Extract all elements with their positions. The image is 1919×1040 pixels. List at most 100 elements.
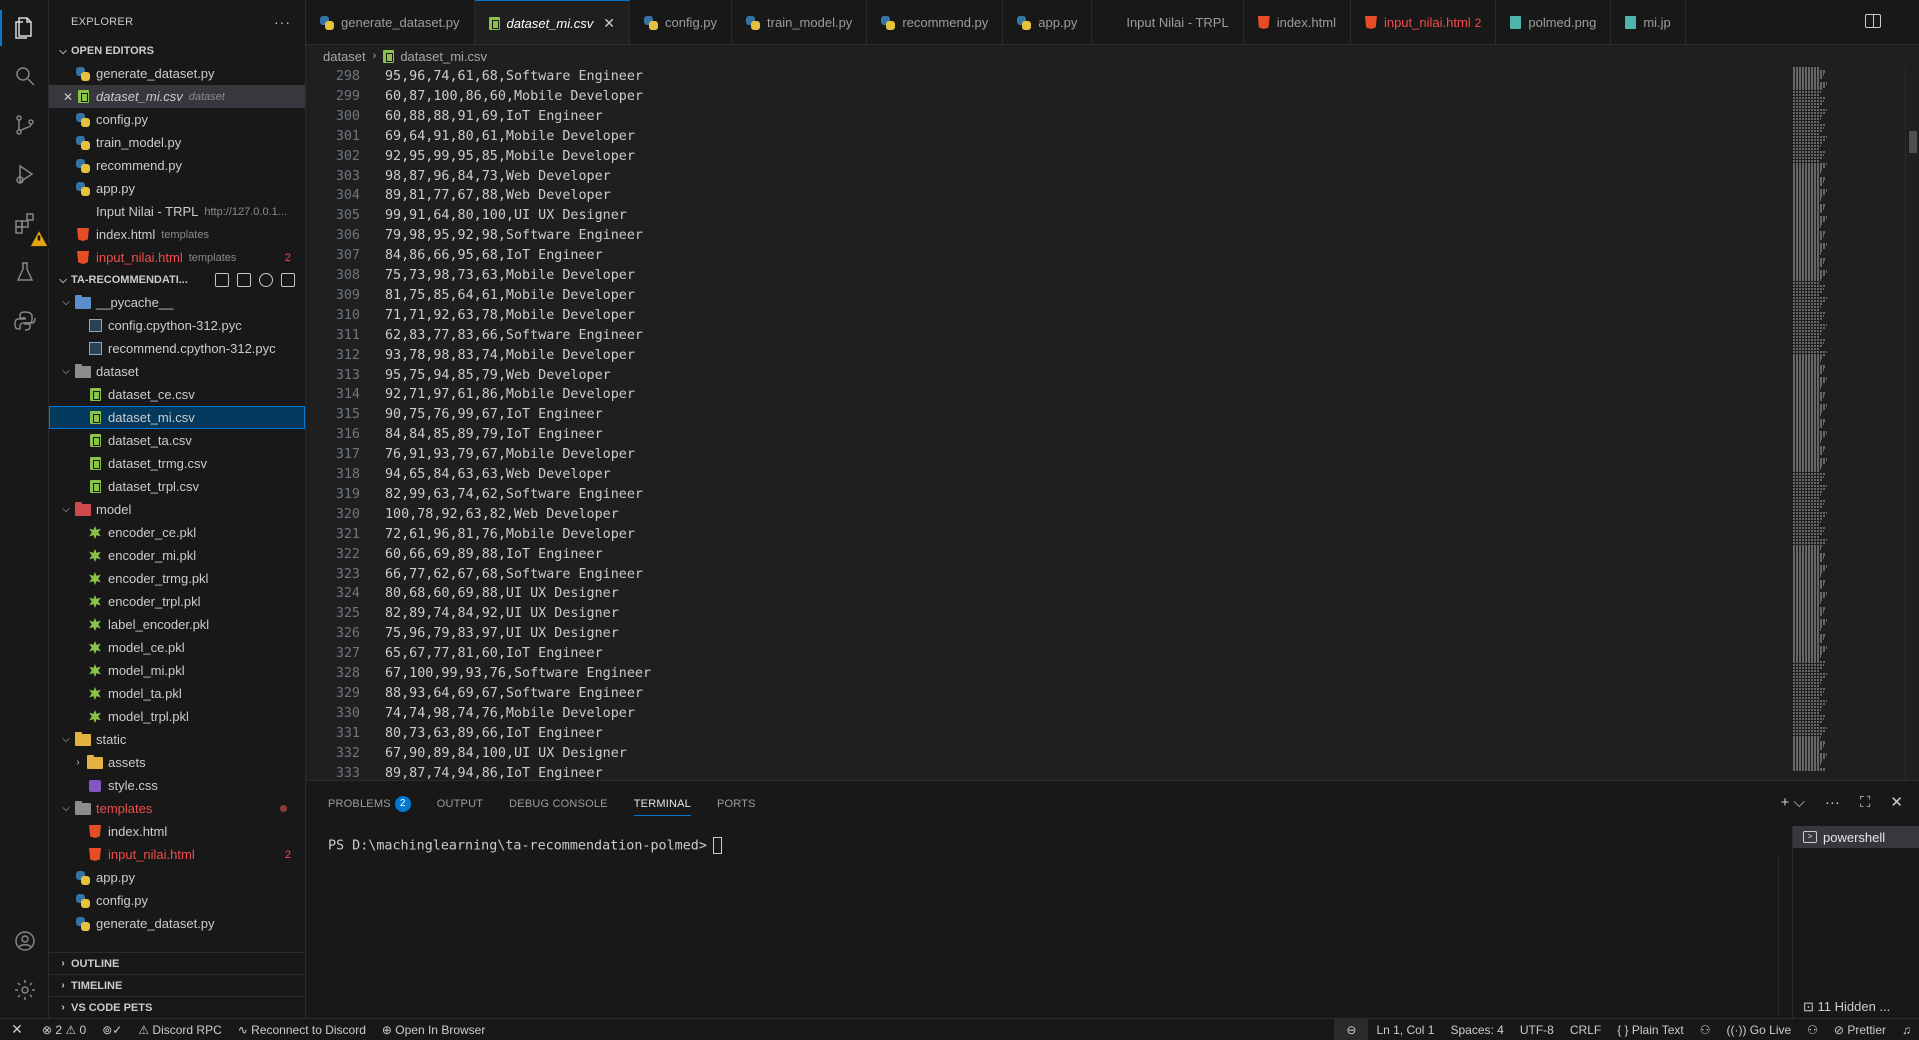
open-editor-item[interactable]: recommend.py [49, 154, 305, 177]
editor-tab[interactable]: app.py [1003, 0, 1093, 44]
tree-folder[interactable]: ⌵ templates [49, 797, 305, 820]
eol-status[interactable]: CRLF [1562, 1019, 1609, 1040]
tree-file[interactable]: dataset_ce.csv [49, 383, 305, 406]
reconnect-discord-status[interactable]: ∿ Reconnect to Discord [230, 1019, 374, 1040]
minimap[interactable] [1793, 67, 1881, 780]
code-editor[interactable]: 298 95,96,74,61,68,Software Engineer 299 60… [306, 67, 1919, 780]
tree-file[interactable]: config.cpython-312.pyc [49, 314, 305, 337]
tree-file[interactable]: label_encoder.pkl [49, 613, 305, 636]
copilot-icon[interactable]: ⚇ [1692, 1019, 1719, 1040]
panel-tab-terminal[interactable]: TERMINAL [633, 781, 692, 826]
hidden-terminals[interactable]: ⊡ 11 Hidden ... [1803, 999, 1890, 1015]
panel-tab-ports[interactable]: PORTS [717, 781, 756, 826]
tree-folder[interactable]: ⌵ __pycache__ [49, 291, 305, 314]
python-extension-icon[interactable] [0, 297, 49, 345]
maximize-panel-icon[interactable]: ⛶ [1860, 794, 1871, 811]
editor-tab[interactable]: generate_dataset.py [306, 0, 475, 44]
new-folder-icon[interactable] [237, 273, 251, 287]
editor-scrollbar[interactable] [1905, 67, 1919, 780]
open-in-browser-status[interactable]: ⊕ Open In Browser [374, 1019, 493, 1040]
tree-file[interactable]: model_ta.pkl [49, 682, 305, 705]
project-header[interactable]: ⌵ TA-RECOMMENDATI... [49, 269, 305, 291]
open-editor-item[interactable]: index.html templates [49, 223, 305, 246]
open-editor-item[interactable]: config.py [49, 108, 305, 131]
tree-folder[interactable]: ⌵ static [49, 728, 305, 751]
tree-file[interactable]: model_ce.pkl [49, 636, 305, 659]
tree-file[interactable]: input_nilai.html 2 [49, 843, 305, 866]
tree-file[interactable]: model_trpl.pkl [49, 705, 305, 728]
tree-file[interactable]: dataset_ta.csv [49, 429, 305, 452]
vscode-pets-header[interactable]: › VS CODE PETS [49, 996, 305, 1018]
go-live-status[interactable]: ((·)) Go Live [1718, 1019, 1799, 1040]
discord-rpc-status[interactable]: ⚠ Discord RPC [130, 1019, 229, 1040]
more-actions-icon[interactable]: ··· [274, 14, 291, 30]
open-editor-item[interactable]: generate_dataset.py [49, 62, 305, 85]
panel-tab-debug-console[interactable]: DEBUG CONSOLE [509, 781, 608, 826]
tree-folder[interactable]: ⌵ dataset [49, 360, 305, 383]
new-terminal-icon[interactable]: + ⌵ [1781, 794, 1805, 811]
remote-icon[interactable]: ✕ [0, 1019, 34, 1040]
tree-file[interactable]: recommend.cpython-312.pyc [49, 337, 305, 360]
testing-icon[interactable] [0, 248, 49, 296]
timeline-header[interactable]: › TIMELINE [49, 974, 305, 996]
open-editor-item[interactable]: app.py [49, 177, 305, 200]
editor-tab[interactable]: input_nilai.html 2 [1351, 0, 1497, 44]
close-panel-icon[interactable]: ✕ [1890, 793, 1903, 811]
outline-header[interactable]: › OUTLINE [49, 952, 305, 974]
tree-folder[interactable]: ⌵ model [49, 498, 305, 521]
shield-check-icon[interactable]: ⊚✓ [94, 1019, 130, 1040]
tree-file[interactable]: generate_dataset.py [49, 912, 305, 935]
extensions-icon[interactable] [0, 199, 51, 249]
terminal-output[interactable]: PS D:\machinglearning\ta-recommendation-… [328, 837, 722, 854]
close-icon[interactable]: ✕ [603, 15, 615, 32]
panel-tab-problems[interactable]: PROBLEMS 2 [328, 781, 411, 826]
tree-folder[interactable]: › assets [49, 751, 305, 774]
run-debug-icon[interactable] [0, 150, 49, 198]
prettier-status[interactable]: ⊘ Prettier [1826, 1019, 1894, 1040]
tree-file[interactable]: model_mi.pkl [49, 659, 305, 682]
editor-tab[interactable]: dataset_mi.csv ✕ [474, 0, 630, 44]
open-editor-item[interactable]: train_model.py [49, 131, 305, 154]
open-editor-item[interactable]: input_nilai.html templates 2 [49, 246, 305, 269]
terminal-scrollbar[interactable] [1778, 856, 1790, 1016]
tree-file[interactable]: encoder_trpl.pkl [49, 590, 305, 613]
collapse-all-icon[interactable] [281, 273, 295, 287]
close-icon[interactable]: ✕ [63, 90, 73, 104]
open-editor-item[interactable]: Input Nilai - TRPL http://127.0.0.1... [49, 200, 305, 223]
more-actions-icon[interactable]: ··· [1825, 794, 1840, 811]
tree-file[interactable]: encoder_mi.pkl [49, 544, 305, 567]
editor-tab[interactable]: mi.jp [1611, 0, 1686, 44]
encoding-status[interactable]: UTF-8 [1512, 1019, 1562, 1040]
scrollbar-thumb[interactable] [1909, 131, 1917, 153]
tree-file[interactable]: config.py [49, 889, 305, 912]
cursor-position-status[interactable]: Ln 1, Col 1 [1368, 1019, 1442, 1040]
tree-file[interactable]: dataset_trpl.csv [49, 475, 305, 498]
editor-tab[interactable]: index.html [1244, 0, 1351, 44]
editor-tab[interactable]: config.py [630, 0, 733, 44]
tree-file[interactable]: encoder_ce.pkl [49, 521, 305, 544]
problems-status[interactable]: ⊗ 2 ⚠ 0 [34, 1019, 94, 1040]
split-editor-icon[interactable] [1865, 14, 1881, 28]
tree-file[interactable]: dataset_mi.csv [49, 406, 305, 429]
refresh-icon[interactable] [259, 273, 273, 287]
tree-file[interactable]: app.py [49, 866, 305, 889]
tree-file[interactable]: encoder_trmg.pkl [49, 567, 305, 590]
accounts-icon[interactable]: ⚇ [1799, 1019, 1826, 1040]
indentation-status[interactable]: Spaces: 4 [1442, 1019, 1511, 1040]
panel-tab-output[interactable]: OUTPUT [437, 781, 483, 826]
tree-file[interactable]: index.html [49, 820, 305, 843]
new-file-icon[interactable] [215, 273, 229, 287]
notifications-bell-icon[interactable]: ♫ [1894, 1019, 1919, 1040]
settings-gear-icon[interactable] [0, 966, 49, 1014]
source-control-icon[interactable] [0, 101, 49, 149]
breadcrumb-folder[interactable]: dataset [323, 49, 366, 64]
tree-file[interactable]: dataset_trmg.csv [49, 452, 305, 475]
breadcrumb-file[interactable]: dataset_mi.csv [400, 49, 487, 64]
editor-tab[interactable]: train_model.py [732, 0, 868, 44]
terminal-item-powershell[interactable]: > powershell [1793, 826, 1919, 848]
language-mode-status[interactable]: { } Plain Text [1609, 1019, 1692, 1040]
open-editor-item[interactable]: ✕ dataset_mi.csv dataset [49, 85, 305, 108]
editor-tab[interactable]: Input Nilai - TRPL [1092, 0, 1244, 44]
open-editors-header[interactable]: ⌵ OPEN EDITORS [49, 40, 305, 62]
zoom-icon[interactable]: ⊖ [1334, 1018, 1369, 1040]
